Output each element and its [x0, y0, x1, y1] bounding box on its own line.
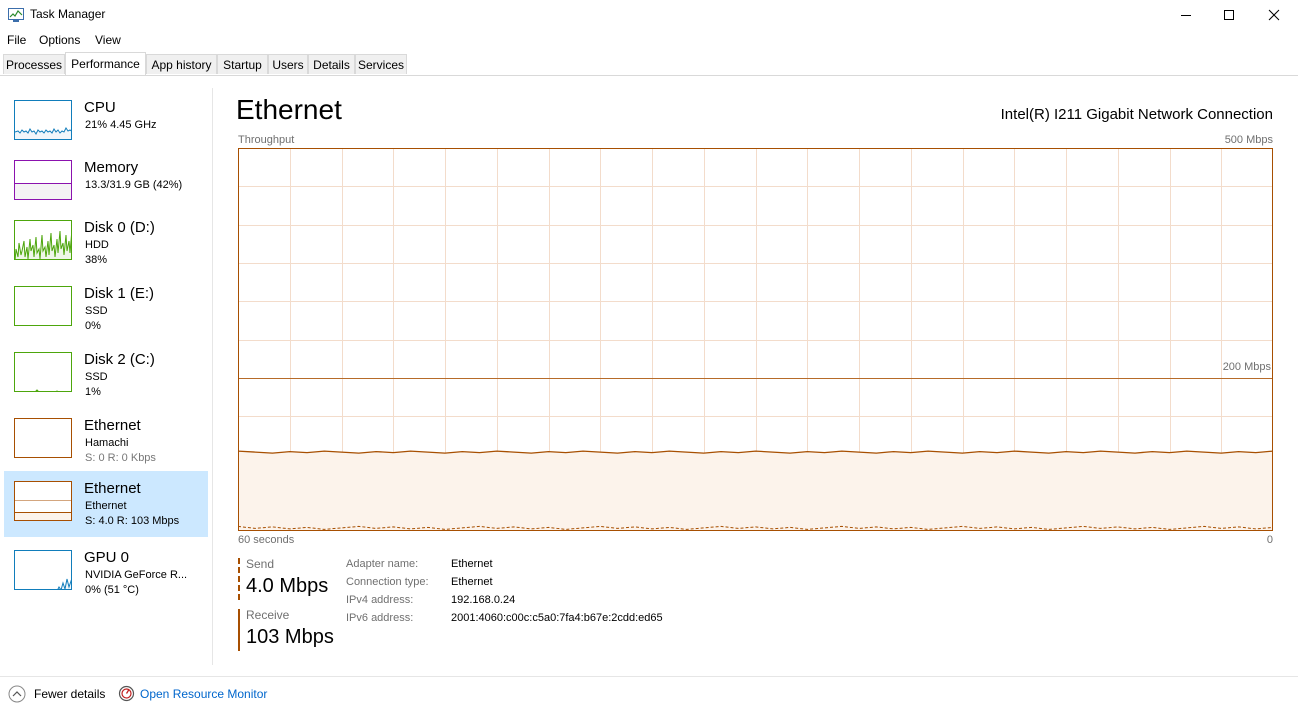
tab-processes[interactable]: Processes	[3, 54, 65, 74]
tab-users[interactable]: Users	[268, 54, 308, 74]
throughput-graph-canvas	[237, 148, 1274, 531]
disk-0-mini-graph	[14, 220, 72, 260]
close-icon	[1268, 9, 1280, 21]
sidebar-item-adapter: Hamachi	[85, 437, 129, 449]
sidebar-item-adapter: Ethernet	[85, 500, 127, 512]
disk-2-mini-graph	[14, 352, 72, 392]
performance-sidebar: CPU 21% 4.45 GHz Memory 13.3/31.9 GB (42…	[0, 88, 213, 665]
sidebar-item-name: Memory	[84, 159, 139, 176]
task-manager-icon	[8, 8, 24, 22]
tab-strip: Processes Performance App history Startu…	[0, 52, 1298, 76]
menu-bar: File Options View	[0, 30, 1298, 50]
info-value: Ethernet	[451, 576, 493, 588]
sidebar-item-name: GPU 0	[84, 549, 130, 566]
sidebar-item-detail: S: 0 R: 0 Kbps	[85, 452, 156, 464]
tab-services[interactable]: Services	[355, 54, 407, 74]
sidebar-item-detail: 1%	[85, 386, 101, 398]
sidebar-item-gpu-0[interactable]: GPU 0 NVIDIA GeForce R... 0% (51 °C)	[4, 542, 208, 608]
receive-indicator	[238, 609, 240, 651]
graph-mid-label: 200 Mbps	[1222, 361, 1271, 373]
sidebar-item-detail: 21% 4.45 GHz	[85, 119, 157, 131]
title-bar: Task Manager	[0, 0, 1298, 30]
info-value: Ethernet	[451, 558, 493, 570]
hamachi-mini-graph	[14, 418, 72, 458]
device-name: Intel(R) I211 Gigabit Network Connection	[1000, 106, 1273, 123]
fewer-details-button[interactable]: Fewer details	[34, 687, 105, 701]
sidebar-item-name: Disk 2 (C:)	[84, 351, 155, 368]
sidebar-item-detail: 13.3/31.9 GB (42%)	[85, 179, 183, 191]
tab-performance[interactable]: Performance	[65, 52, 146, 75]
close-button[interactable]	[1251, 0, 1297, 30]
disk-1-mini-graph	[14, 286, 72, 326]
info-key: IPv4 address:	[346, 594, 414, 606]
send-label: Send	[246, 557, 275, 571]
tab-startup[interactable]: Startup	[217, 54, 268, 74]
graph-label: Throughput	[238, 134, 295, 146]
sidebar-item-type: SSD	[85, 305, 108, 317]
tab-app-history[interactable]: App history	[146, 54, 217, 74]
sidebar-item-ethernet[interactable]: Ethernet Ethernet S: 4.0 R: 103 Mbps	[4, 471, 208, 537]
sidebar-item-name: Ethernet	[84, 417, 141, 434]
window-title: Task Manager	[30, 7, 106, 21]
ethernet-mini-graph	[14, 481, 72, 521]
sidebar-item-detail: 0% (51 °C)	[85, 584, 139, 596]
receive-value: 103 Mbps	[246, 626, 334, 648]
info-key: Connection type:	[346, 576, 429, 588]
menu-view[interactable]: View	[95, 33, 121, 47]
footer: Fewer details Open Resource Monitor	[0, 676, 1298, 711]
info-key: Adapter name:	[346, 558, 419, 570]
memory-mini-graph	[14, 160, 72, 200]
sidebar-item-type: SSD	[85, 371, 108, 383]
sidebar-item-name: CPU	[84, 99, 116, 116]
sidebar-item-disk-0[interactable]: Disk 0 (D:) HDD 38%	[4, 212, 208, 278]
info-key: IPv6 address:	[346, 612, 414, 624]
minimize-button[interactable]	[1163, 0, 1209, 30]
sidebar-item-disk-2[interactable]: Disk 2 (C:) SSD 1%	[4, 344, 208, 410]
maximize-icon	[1224, 10, 1234, 20]
throughput-graph: 200 Mbps	[237, 148, 1274, 531]
minimize-icon	[1181, 15, 1191, 16]
sidebar-item-disk-1[interactable]: Disk 1 (E:) SSD 0%	[4, 278, 208, 344]
sidebar-item-cpu[interactable]: CPU 21% 4.45 GHz	[4, 92, 208, 158]
sidebar-item-ethernet-hamachi[interactable]: Ethernet Hamachi S: 0 R: 0 Kbps	[4, 410, 208, 476]
menu-file[interactable]: File	[7, 33, 26, 47]
maximize-button[interactable]	[1206, 0, 1252, 30]
gpu-mini-graph	[14, 550, 72, 590]
resource-monitor-icon	[118, 685, 135, 702]
page-title: Ethernet	[236, 94, 342, 125]
info-value: 192.168.0.24	[451, 594, 516, 606]
graph-zero-label: 0	[1266, 534, 1273, 546]
receive-area	[238, 451, 1273, 531]
chevron-up-icon[interactable]	[8, 685, 26, 703]
open-resource-monitor-link[interactable]: Open Resource Monitor	[140, 687, 267, 701]
graph-time-label: 60 seconds	[238, 534, 295, 546]
tab-details[interactable]: Details	[308, 54, 355, 74]
sidebar-item-adapter: NVIDIA GeForce R...	[85, 569, 188, 581]
sidebar-item-name: Ethernet	[84, 480, 141, 497]
sidebar-item-memory[interactable]: Memory 13.3/31.9 GB (42%)	[4, 152, 208, 218]
sidebar-item-type: HDD	[85, 239, 109, 251]
sidebar-item-name: Disk 1 (E:)	[84, 285, 155, 302]
graph-max-label: 500 Mbps	[1224, 134, 1273, 146]
cpu-mini-graph	[14, 100, 72, 140]
menu-options[interactable]: Options	[39, 33, 80, 47]
sidebar-item-detail: 0%	[85, 320, 101, 332]
sidebar-item-detail: S: 4.0 R: 103 Mbps	[85, 515, 180, 527]
send-indicator	[238, 558, 240, 600]
receive-label: Receive	[246, 608, 290, 622]
sidebar-item-name: Disk 0 (D:)	[84, 219, 155, 236]
info-value: 2001:4060:c00c:c5a0:7fa4:b67e:2cdd:ed65	[451, 612, 663, 624]
send-value: 4.0 Mbps	[246, 575, 329, 597]
sidebar-item-detail: 38%	[85, 254, 108, 266]
